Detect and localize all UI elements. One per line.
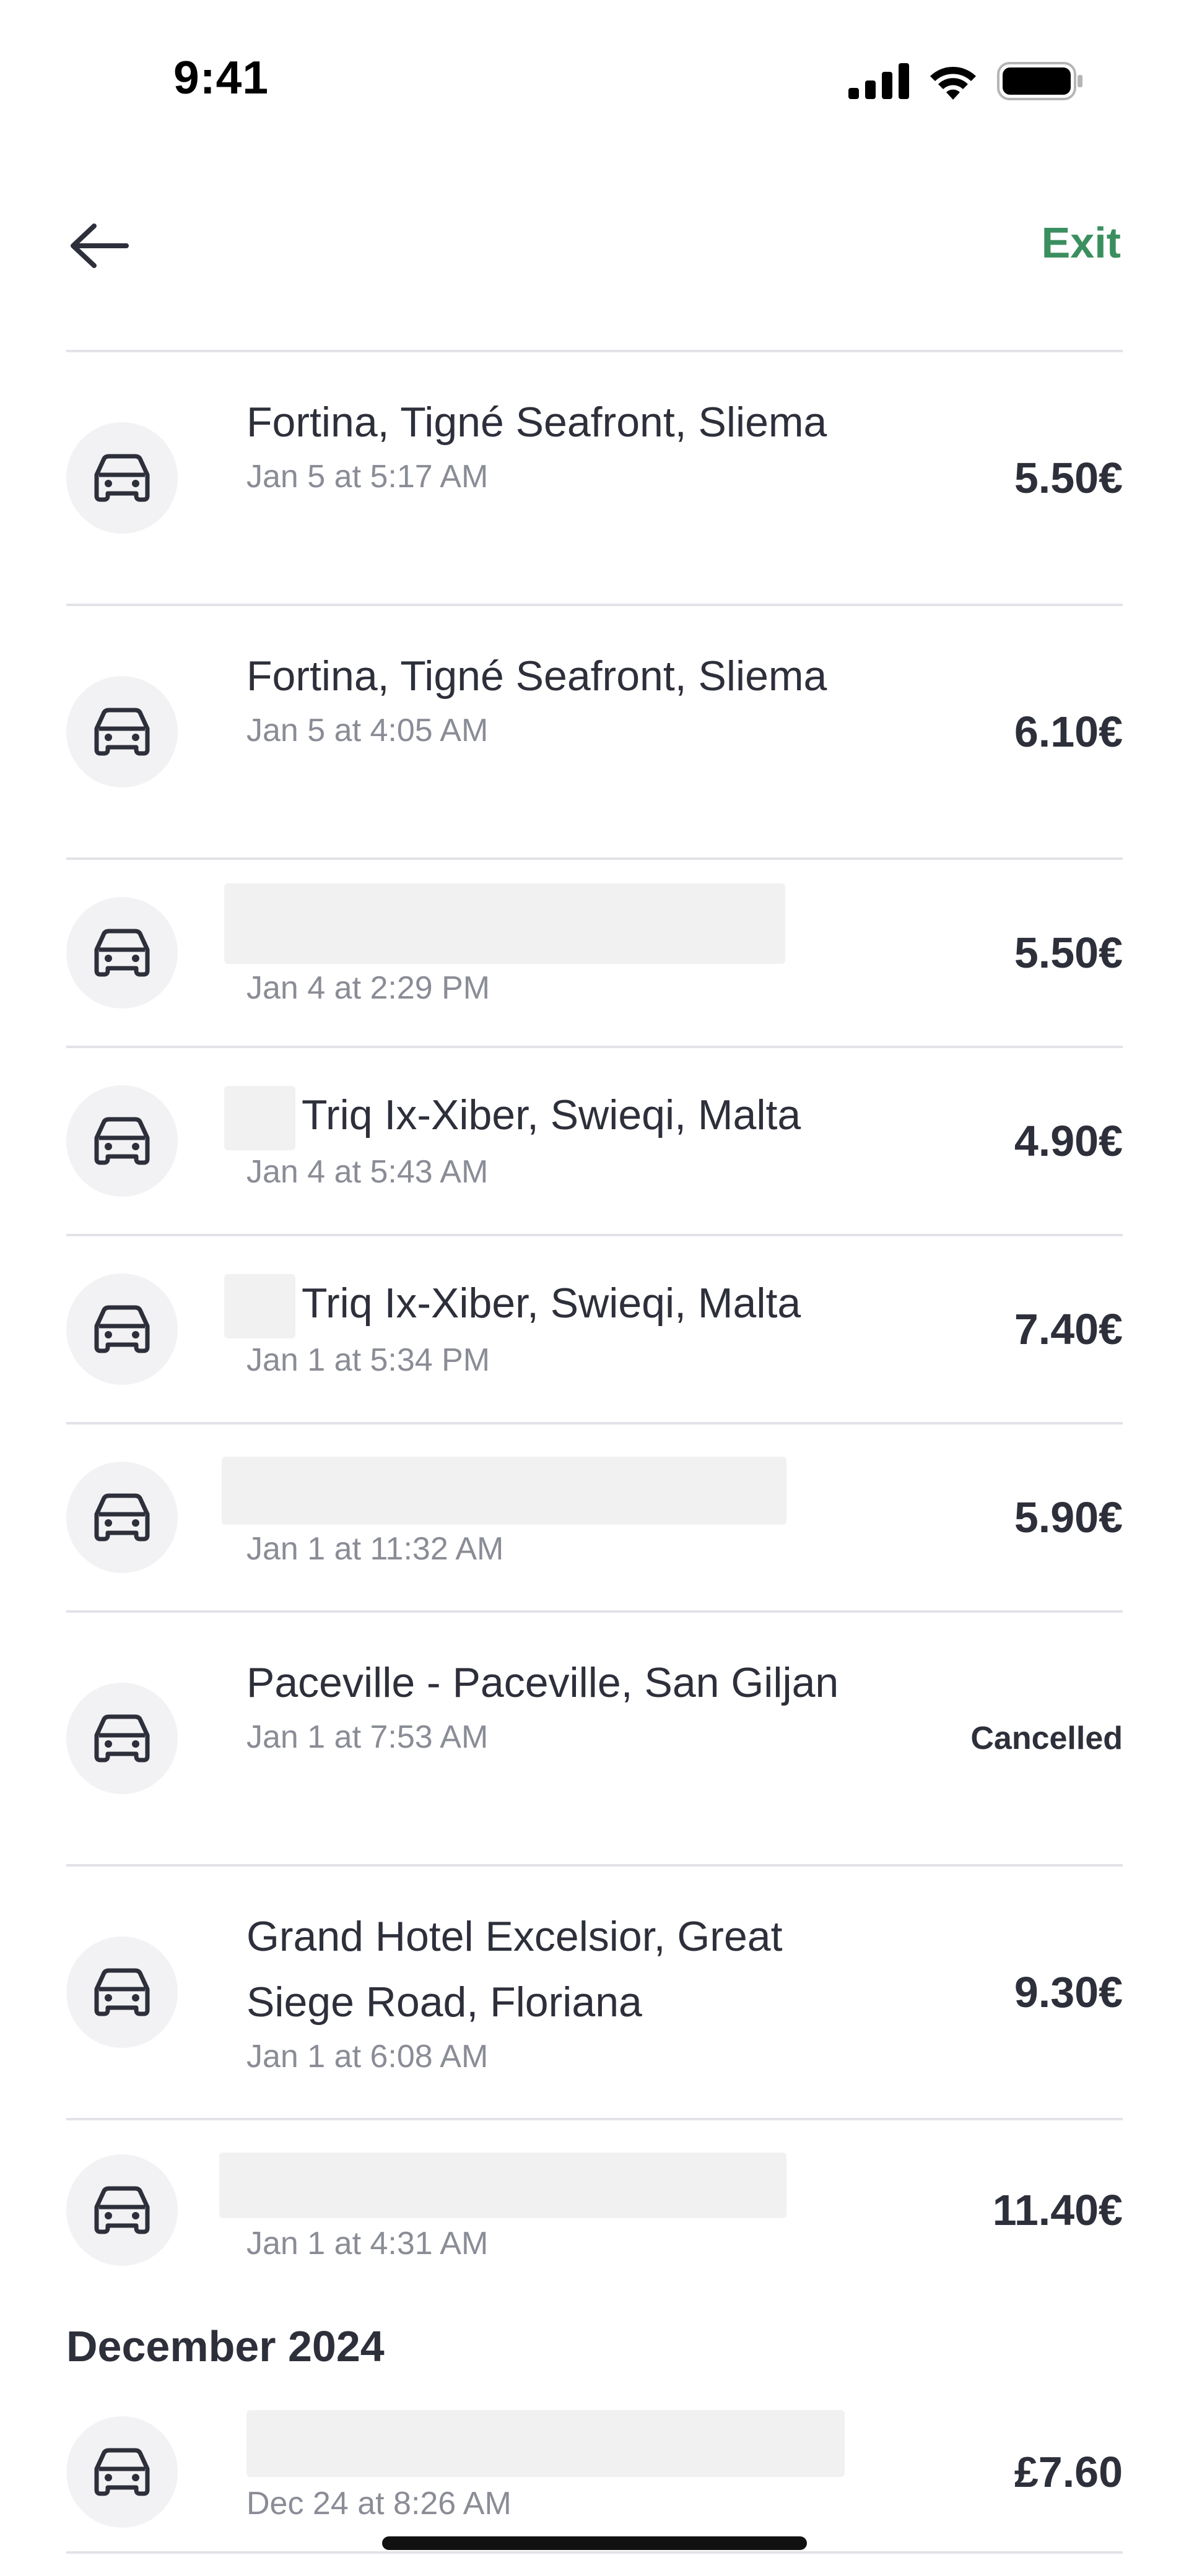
ride-row[interactable]: Dec 24 at 8:26 AM £7.60 bbox=[66, 2393, 1123, 2554]
ride-price: 5.90€ bbox=[1014, 1493, 1123, 1542]
ride-timestamp: Jan 1 at 4:31 AM bbox=[246, 2226, 489, 2262]
ride-row[interactable]: Jan 1 at 4:31 AM 11.40€ bbox=[66, 2120, 1123, 2300]
car-icon bbox=[94, 454, 150, 502]
ride-row[interactable]: Fortina, Tigné Seafront, Sliema Jan 5 at… bbox=[66, 352, 1123, 606]
ride-timestamp: Jan 5 at 5:17 AM bbox=[246, 459, 489, 495]
ride-row[interactable]: Fortina, Tigné Seafront, Sliema Jan 5 at… bbox=[66, 606, 1123, 860]
ride-details: Jan 1 at 11:32 AM bbox=[222, 1457, 897, 1571]
car-icon bbox=[94, 1714, 150, 1763]
ride-destination: Fortina, Tigné Seafront, Sliema bbox=[246, 653, 827, 700]
ride-icon-circle bbox=[66, 1683, 178, 1794]
ride-details: Triq Ix-Xiber, Swieqi, Malta Jan 1 at 5:… bbox=[224, 1270, 897, 1382]
car-icon bbox=[94, 2448, 150, 2496]
redacted-destination bbox=[224, 883, 785, 964]
car-icon bbox=[94, 1305, 150, 1353]
ride-destination: Triq Ix-Xiber, Swieqi, Malta bbox=[302, 1091, 801, 1138]
ride-timestamp: Jan 1 at 6:08 AM bbox=[246, 2039, 489, 2075]
ride-destination: Triq Ix-Xiber, Swieqi, Malta bbox=[302, 1280, 801, 1327]
ride-details: Dec 24 at 8:26 AM bbox=[246, 2410, 897, 2525]
car-icon bbox=[94, 1117, 150, 1165]
exit-button[interactable]: Exit bbox=[1042, 218, 1121, 267]
redacted-destination bbox=[246, 2410, 845, 2477]
nav-bar: Exit bbox=[0, 186, 1189, 297]
ride-timestamp: Dec 24 at 8:26 AM bbox=[246, 2486, 512, 2522]
ride-price: 5.50€ bbox=[1014, 929, 1123, 977]
ride-details: Triq Ix-Xiber, Swieqi, Malta Jan 4 at 5:… bbox=[224, 1082, 897, 1194]
ride-icon-circle bbox=[66, 1273, 178, 1385]
ride-details: Jan 4 at 2:29 PM bbox=[224, 883, 897, 1010]
ride-timestamp: Jan 1 at 11:32 AM bbox=[246, 1531, 504, 1567]
home-indicator[interactable] bbox=[382, 2536, 807, 2550]
redacted-prefix bbox=[224, 1086, 295, 1151]
ride-details: Fortina, Tigné Seafront, Sliema Jan 5 at… bbox=[246, 643, 897, 752]
ride-row[interactable]: Jan 1 at 11:32 AM 5.90€ bbox=[66, 1425, 1123, 1613]
ride-destination-line: Triq Ix-Xiber, Swieqi, Malta bbox=[224, 1270, 897, 1339]
ride-details: Jan 1 at 4:31 AM bbox=[219, 2153, 897, 2265]
ride-timestamp: Jan 1 at 5:34 PM bbox=[246, 1342, 490, 1379]
status-bar: 9:41 bbox=[0, 0, 1189, 149]
ride-icon-circle bbox=[66, 897, 178, 1008]
ride-icon-circle bbox=[66, 1462, 178, 1573]
ride-details: Grand Hotel Excelsior, Great Siege Road,… bbox=[246, 1904, 897, 2078]
ride-price: £7.60 bbox=[1014, 2448, 1123, 2496]
redacted-destination bbox=[219, 2153, 786, 2218]
ride-icon-circle bbox=[66, 2416, 178, 2528]
car-icon bbox=[94, 708, 150, 756]
back-button[interactable] bbox=[65, 212, 133, 280]
ride-row[interactable]: Grand Hotel Excelsior, Great Siege Road,… bbox=[66, 1867, 1123, 2120]
cellular-signal-icon bbox=[848, 63, 909, 99]
ride-icon-circle bbox=[66, 676, 178, 787]
ride-destination: Paceville - Paceville, San Giljan bbox=[246, 1659, 839, 1706]
status-icons bbox=[848, 62, 1084, 100]
status-time: 9:41 bbox=[173, 51, 269, 103]
ride-status-cancelled: Cancelled bbox=[970, 1720, 1123, 1756]
ride-icon-circle bbox=[66, 1936, 178, 2048]
car-icon bbox=[94, 1968, 150, 2016]
ride-row[interactable]: Triq Ix-Xiber, Swieqi, Malta Jan 4 at 5:… bbox=[66, 1048, 1123, 1236]
ride-price: 7.40€ bbox=[1014, 1305, 1123, 1353]
battery-icon bbox=[997, 62, 1082, 100]
ride-icon-circle bbox=[66, 422, 178, 534]
redacted-prefix bbox=[224, 1274, 295, 1339]
ride-timestamp: Jan 4 at 2:29 PM bbox=[246, 970, 490, 1006]
ride-destination-line: Triq Ix-Xiber, Swieqi, Malta bbox=[224, 1082, 897, 1151]
ride-row[interactable]: Jan 4 at 2:29 PM 5.50€ bbox=[66, 860, 1123, 1048]
section-header-month: December 2024 bbox=[66, 2322, 385, 2370]
redacted-destination bbox=[222, 1457, 786, 1525]
ride-details: Fortina, Tigné Seafront, Sliema Jan 5 at… bbox=[246, 389, 897, 498]
wifi-icon bbox=[930, 66, 976, 100]
ride-price: 11.40€ bbox=[992, 2186, 1123, 2234]
ride-timestamp: Jan 5 at 4:05 AM bbox=[246, 713, 489, 748]
ride-row[interactable]: Paceville - Paceville, San Giljan Jan 1 … bbox=[66, 1613, 1123, 1867]
ride-price: 6.10€ bbox=[1014, 708, 1123, 756]
ride-price: 5.50€ bbox=[1014, 454, 1123, 502]
ride-details: Paceville - Paceville, San Giljan Jan 1 … bbox=[246, 1650, 897, 1759]
ride-destination: Grand Hotel Excelsior, Great Siege Road,… bbox=[246, 1913, 783, 2026]
ride-destination: Fortina, Tigné Seafront, Sliema bbox=[246, 399, 827, 446]
car-icon bbox=[94, 929, 150, 977]
ride-row[interactable]: Triq Ix-Xiber, Swieqi, Malta Jan 1 at 5:… bbox=[66, 1236, 1123, 1425]
ride-timestamp: Jan 1 at 7:53 AM bbox=[246, 1719, 489, 1755]
ride-list: Fortina, Tigné Seafront, Sliema Jan 5 at… bbox=[66, 352, 1123, 2554]
ride-price: 4.90€ bbox=[1014, 1117, 1123, 1165]
ride-price: 9.30€ bbox=[1014, 1968, 1123, 2016]
ride-icon-circle bbox=[66, 2154, 178, 2266]
arrow-left-icon bbox=[71, 223, 129, 268]
car-icon bbox=[94, 1493, 150, 1542]
car-icon bbox=[94, 2186, 150, 2234]
ride-timestamp: Jan 4 at 5:43 AM bbox=[246, 1154, 489, 1190]
ride-icon-circle bbox=[66, 1085, 178, 1197]
